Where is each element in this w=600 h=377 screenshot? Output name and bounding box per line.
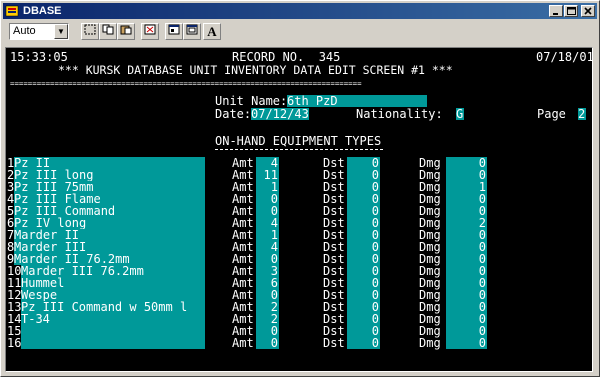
copy-icon (102, 24, 114, 35)
dmg-field[interactable]: 0 (446, 337, 487, 349)
equipment-name-field[interactable]: T-34 (21, 313, 205, 325)
equipment-name-field[interactable] (21, 325, 205, 337)
date-field[interactable]: 07/12/43 (251, 108, 309, 120)
fullscreen-button[interactable] (141, 23, 159, 40)
window-title: DBASE (23, 5, 62, 17)
dst-field[interactable]: 0 (347, 337, 380, 349)
date-label: Date: (215, 107, 252, 121)
page-field[interactable]: 2 (578, 108, 586, 120)
minimize-icon (553, 13, 558, 15)
font-button[interactable]: A (203, 23, 221, 40)
section-underline (215, 149, 383, 150)
date-value: 07/12/43 (251, 107, 309, 121)
equipment-name: T-34 (21, 312, 50, 326)
close-button[interactable] (581, 5, 595, 17)
header-divider: ========================================… (10, 79, 362, 88)
equipment-name-field[interactable] (21, 337, 205, 349)
dbase-window: DBASE Auto ▼ A 15:33:05 RECORD NO. 345 0… (0, 0, 600, 377)
mark-icon (84, 24, 96, 35)
amt-field[interactable]: 0 (256, 337, 279, 349)
minimize-button[interactable] (549, 5, 563, 17)
maximize-button[interactable] (564, 5, 578, 17)
font-size-value: Auto (13, 25, 36, 37)
dmg-value: 0 (478, 336, 486, 350)
page-value: 2 (578, 107, 586, 121)
paste-button[interactable] (117, 23, 135, 40)
close-icon (584, 7, 592, 15)
screen-subtitle: *** KURSK DATABASE UNIT INVENTORY DATA E… (58, 63, 453, 77)
dmg-label: Dmg (419, 336, 441, 350)
fullscreen-icon (144, 24, 156, 35)
app-icon (5, 5, 19, 17)
nationality-value: G (456, 107, 464, 121)
title-bar[interactable]: DBASE (3, 3, 597, 19)
background-icon (186, 24, 198, 35)
page-label: Page (537, 107, 566, 121)
copy-button[interactable] (99, 23, 117, 40)
chevron-down-icon[interactable]: ▼ (54, 24, 68, 39)
background-button[interactable] (183, 23, 201, 40)
maximize-icon (566, 7, 576, 15)
dst-value: 0 (371, 336, 379, 350)
row-number: 16 (7, 336, 22, 350)
nationality-label: Nationality: (356, 107, 443, 121)
system-date: 07/18/01 (536, 50, 593, 64)
mark-button[interactable] (81, 23, 99, 40)
section-title: ON-HAND EQUIPMENT TYPES (215, 134, 382, 148)
toolbar: Auto ▼ A (3, 21, 597, 43)
amt-value: 0 (270, 336, 278, 350)
properties-icon (168, 24, 180, 35)
paste-icon (120, 25, 132, 35)
unit-name-field[interactable]: 6th PzD (287, 95, 427, 107)
dos-console[interactable]: 15:33:05 RECORD NO. 345 07/18/01 *** KUR… (5, 47, 593, 372)
dst-label: Dst (323, 336, 345, 350)
font-size-select[interactable]: Auto ▼ (9, 23, 69, 40)
amt-label: Amt (232, 336, 254, 350)
properties-button[interactable] (165, 23, 183, 40)
nationality-field[interactable]: G (456, 108, 464, 120)
unit-name-value: 6th PzD (287, 94, 338, 108)
unit-name-label: Unit Name: (215, 94, 288, 108)
